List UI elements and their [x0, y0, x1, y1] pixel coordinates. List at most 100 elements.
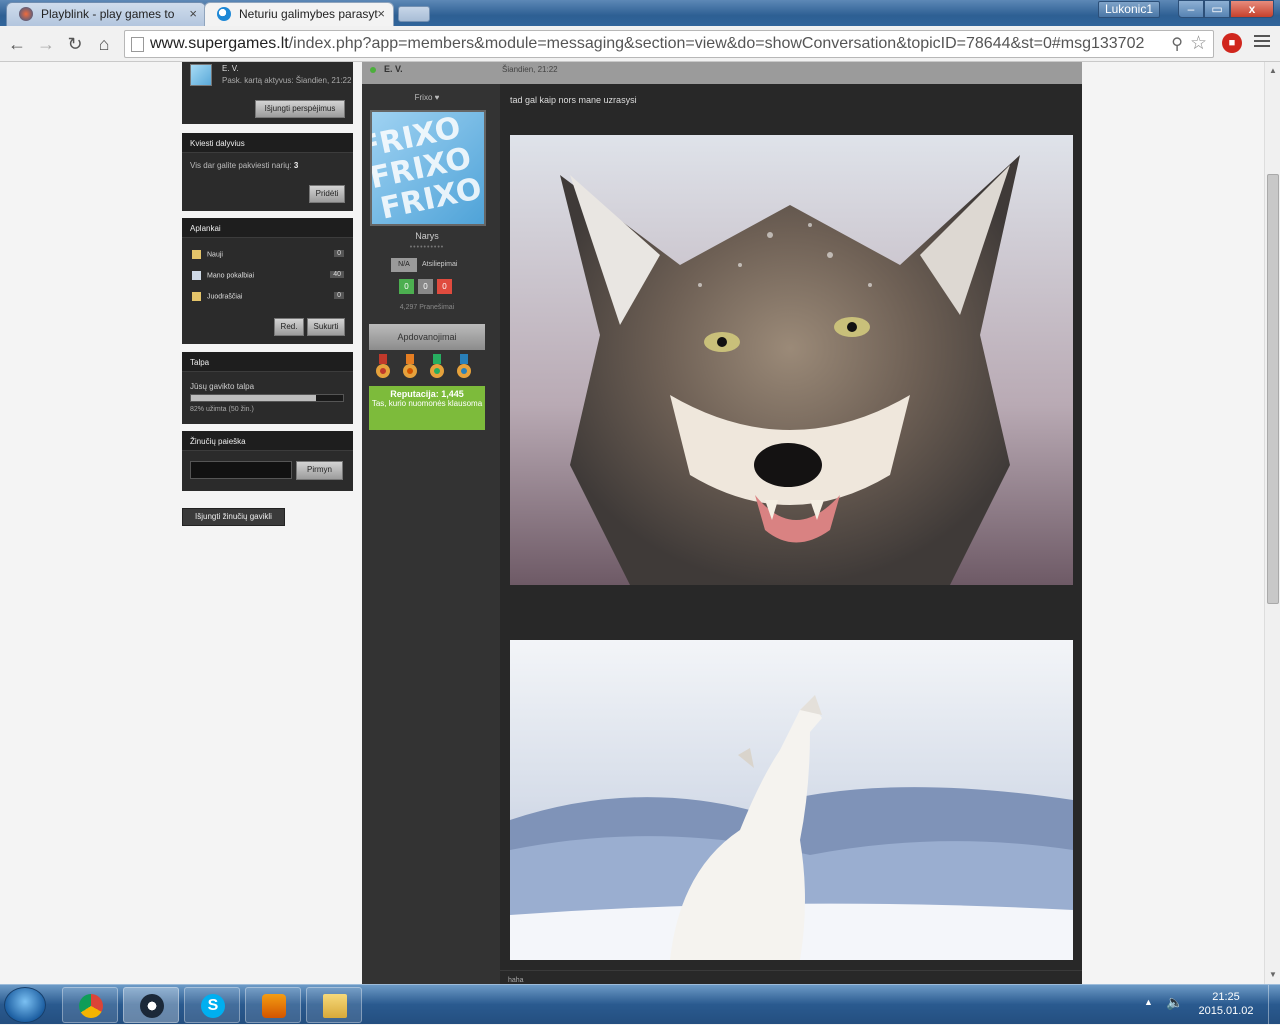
- widget-title: Talpa: [182, 352, 353, 372]
- system-clock[interactable]: 21:25 2015.01.02: [1196, 990, 1256, 1018]
- inbox-icon: [192, 271, 201, 280]
- folder-count: 40: [330, 271, 344, 278]
- folder-label: Mano pokalbiai: [207, 272, 255, 280]
- storage-widget: Talpa Jūsų gavikto talpa 82% užimta (50 …: [182, 352, 353, 424]
- widget-title: Žinučių paieška: [182, 431, 353, 451]
- browser-toolbar: ← → ↻ ⌂ www.supergames.lt/index.php?app=…: [0, 26, 1280, 62]
- windows-taskbar: S ▲ 🔈 21:25 2015.01.02: [0, 984, 1280, 1025]
- taskbar-skype[interactable]: S: [184, 987, 240, 1023]
- neutral-reviews: 0: [418, 279, 433, 294]
- supergames-favicon-icon: [217, 7, 231, 21]
- close-tab-icon[interactable]: ×: [189, 3, 197, 25]
- online-status-icon: [370, 67, 376, 73]
- wolf-howling-art: [510, 640, 1073, 960]
- folders-widget: Aplankai Nauji 0 Mano pokalbiai 40 Juodraš…: [182, 218, 353, 344]
- message-search-input[interactable]: [190, 461, 292, 479]
- page-icon: [131, 37, 144, 52]
- rep-badge: N/A: [391, 258, 417, 272]
- folder-my-conversations[interactable]: Mano pokalbiai 40: [192, 271, 344, 283]
- wolf-snarling-image[interactable]: [510, 135, 1073, 585]
- page-scrollbar[interactable]: ▲ ▼: [1264, 62, 1280, 984]
- url-host: www.supergames.lt: [150, 35, 289, 52]
- minimize-button[interactable]: –: [1178, 0, 1204, 18]
- taskbar-file-explorer[interactable]: [306, 987, 362, 1023]
- tab-conversation[interactable]: Neturiu galimybes parasyt ×: [204, 2, 394, 26]
- url-text[interactable]: www.supergames.lt/index.php?app=members&…: [150, 35, 1144, 53]
- close-window-button[interactable]: x: [1230, 0, 1274, 18]
- taskbar-chrome[interactable]: [62, 987, 118, 1023]
- maximize-button[interactable]: ▭: [1204, 0, 1230, 18]
- back-icon[interactable]: ←: [5, 32, 29, 56]
- invite-text: Vis dar galite pakviesti narių: 3: [190, 161, 298, 170]
- awards-button[interactable]: Apdovanojimai: [369, 324, 485, 350]
- edit-folders-button[interactable]: Red.: [274, 318, 304, 336]
- post-author[interactable]: E. V.: [384, 64, 403, 74]
- award-medal-icon[interactable]: [374, 354, 392, 380]
- new-tab-button[interactable]: [398, 6, 430, 22]
- volume-icon[interactable]: 🔈: [1166, 994, 1183, 1011]
- avatar-art: FRIXO FRIXO FRIXO: [372, 112, 484, 224]
- search-go-button[interactable]: Pirmyn: [296, 461, 343, 480]
- clock-date: 2015.01.02: [1198, 1005, 1254, 1017]
- user-widget: E. V. Pask. kartą aktyvus: Šiandien, 21:…: [182, 62, 353, 124]
- media-player-icon: [262, 994, 286, 1018]
- browser-menu-icon[interactable]: [1254, 35, 1270, 50]
- add-participant-button[interactable]: Pridėti: [309, 185, 345, 203]
- invite-widget: Kviesti dalyvius Vis dar galite pakviest…: [182, 133, 353, 211]
- negative-reviews: 0: [437, 279, 452, 294]
- award-medal-icon[interactable]: [428, 354, 446, 380]
- medal-art: [430, 354, 444, 378]
- post-footer-text: haha: [508, 977, 524, 984]
- home-icon[interactable]: ⌂: [92, 32, 116, 56]
- author-status: Frixo ♥: [414, 93, 440, 102]
- clock-time: 21:25: [1212, 991, 1240, 1003]
- taskbar-media-player[interactable]: [245, 987, 301, 1023]
- search-icon[interactable]: ⚲: [1171, 34, 1183, 54]
- positive-reviews: 0: [399, 279, 414, 294]
- author-avatar[interactable]: FRIXO FRIXO FRIXO: [370, 110, 486, 226]
- profile-badge[interactable]: Lukonic1: [1097, 1, 1160, 18]
- post-date: Šiandien, 21:22: [502, 65, 558, 74]
- scroll-up-arrow-icon[interactable]: ▲: [1269, 66, 1277, 75]
- folder-label: Nauji: [207, 251, 223, 259]
- last-active: Pask. kartą aktyvus: Šiandien, 21:22: [222, 76, 352, 85]
- wolf-howling-image[interactable]: [510, 640, 1073, 960]
- wolf-snarling-art: [510, 135, 1073, 585]
- tab-playblink[interactable]: Playblink - play games to ×: [6, 2, 206, 26]
- folder-drafts[interactable]: Juodraščiai 0: [192, 292, 344, 304]
- reviews-label[interactable]: Atsiliepimai: [422, 261, 457, 268]
- medal-art: [376, 354, 390, 378]
- chrome-icon: [79, 994, 103, 1018]
- bookmark-star-icon[interactable]: ☆: [1190, 32, 1207, 55]
- adblock-extension-icon[interactable]: ■: [1222, 33, 1242, 53]
- forward-icon[interactable]: →: [34, 32, 58, 56]
- taskbar-steam[interactable]: [123, 987, 179, 1023]
- folder-new[interactable]: Nauji 0: [192, 250, 344, 262]
- storage-used-text: 82% užimta (50 žin.): [190, 406, 254, 413]
- avatar: [190, 64, 212, 86]
- invite-text-label: Vis dar galite pakviesti narių:: [190, 161, 292, 170]
- show-desktop-button[interactable]: [1268, 985, 1280, 1025]
- scroll-thumb[interactable]: [1267, 174, 1279, 604]
- award-medal-icon[interactable]: [401, 354, 419, 380]
- author-panel: Frixo ♥ FRIXO FRIXO FRIXO Narys ••••••••…: [362, 84, 500, 984]
- user-name[interactable]: E. V.: [222, 64, 239, 73]
- disable-inbox-button[interactable]: Išjungti žinučių gavikli: [182, 508, 285, 526]
- storage-progress-bar: [190, 394, 344, 402]
- folder-icon: [323, 994, 347, 1018]
- post-body: tad gal kaip nors mane uzrasysi haha: [500, 84, 1082, 984]
- address-bar[interactable]: www.supergames.lt/index.php?app=members&…: [124, 30, 1214, 58]
- reload-icon[interactable]: ↻: [63, 32, 87, 56]
- close-tab-icon[interactable]: ×: [377, 3, 385, 25]
- show-hidden-icons-icon[interactable]: ▲: [1144, 997, 1153, 1007]
- page-viewport: E. V. Pask. kartą aktyvus: Šiandien, 21:…: [0, 62, 1264, 984]
- folder-count: 0: [334, 250, 344, 257]
- scroll-down-arrow-icon[interactable]: ▼: [1269, 970, 1277, 979]
- start-button[interactable]: [4, 987, 46, 1023]
- folder-label: Juodraščiai: [207, 293, 243, 301]
- award-medal-icon[interactable]: [455, 354, 473, 380]
- reputation-subtitle: Tas, kurio nuomonės klausoma: [371, 399, 483, 408]
- storage-progress-fill: [191, 395, 316, 401]
- disable-notifications-button[interactable]: Išjungti perspėjimus: [255, 100, 345, 118]
- create-folder-button[interactable]: Sukurti: [307, 318, 345, 336]
